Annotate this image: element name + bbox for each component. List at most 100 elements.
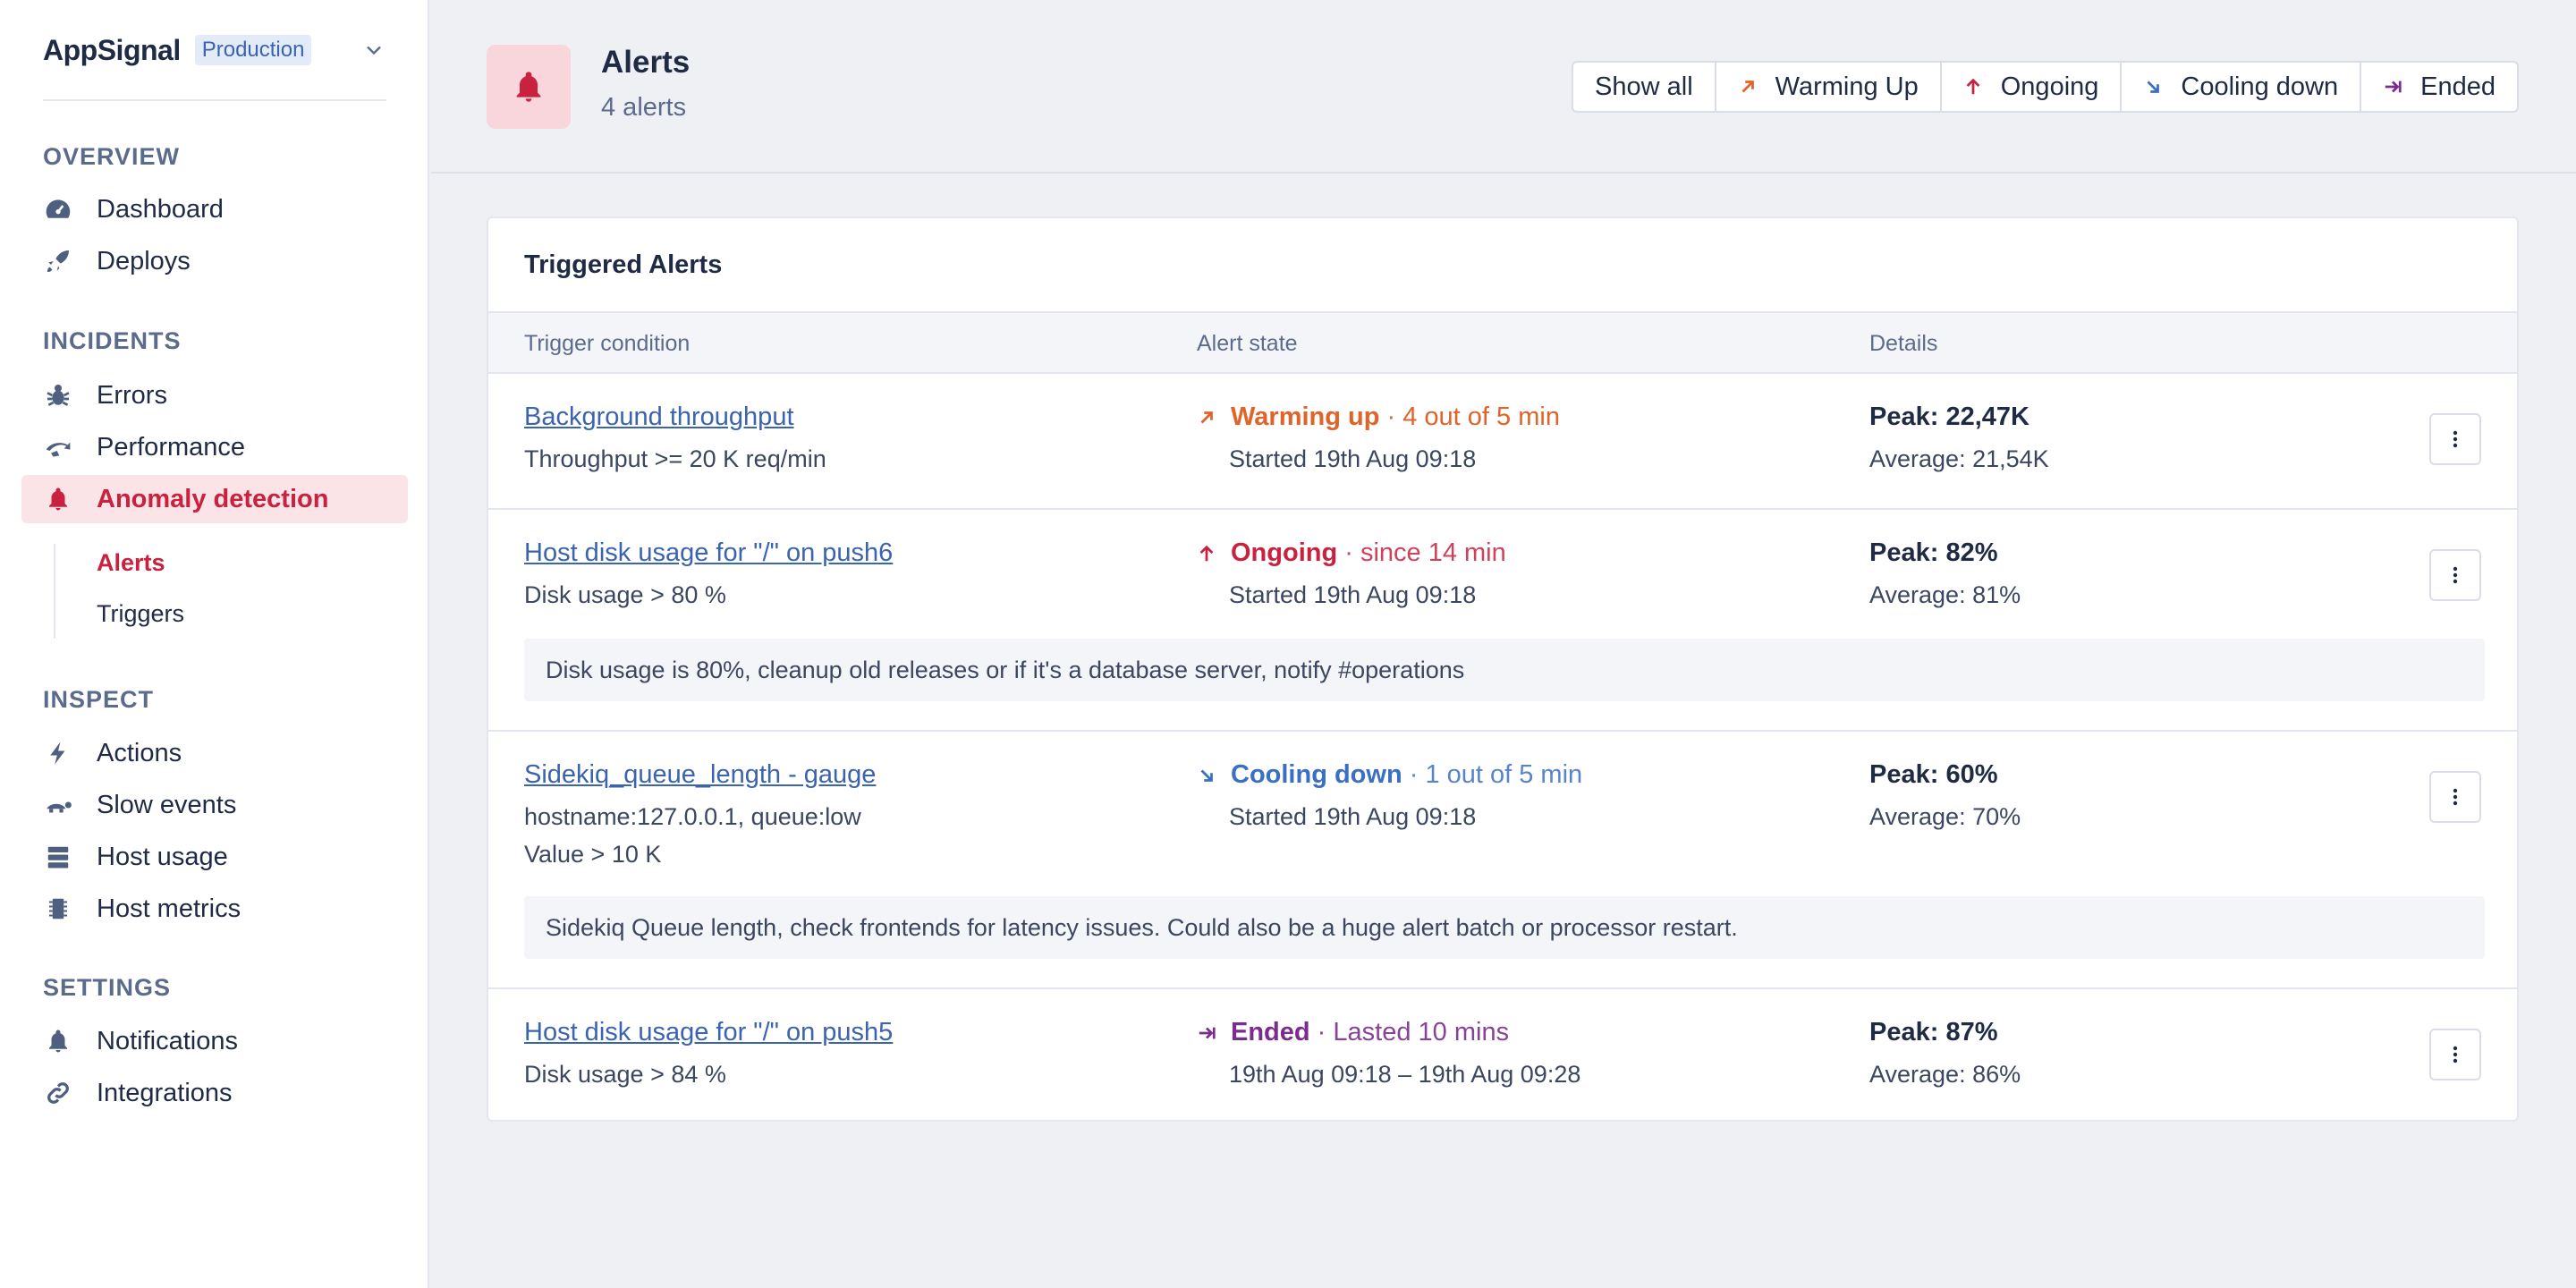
brand-row[interactable]: AppSignal Production [43, 32, 386, 68]
app-name: AppSignal [43, 33, 181, 66]
sidebar-item-anomaly-detection[interactable]: Anomaly detection [21, 475, 408, 523]
arrow-up-right-icon [1200, 411, 1213, 423]
alert-state-label: Ended [1231, 1018, 1310, 1046]
filter-label: Ended [2420, 72, 2496, 101]
alert-state-extra: · since 14 min [1337, 538, 1506, 567]
section-title-settings: SETTINGS [43, 974, 172, 1001]
alert-description: Disk usage is 80%, cleanup old releases … [524, 639, 2485, 701]
sidebar-item-performance[interactable]: Performance [21, 423, 408, 471]
peak-value: Peak: 82% [1869, 538, 1998, 567]
alert-state-extra: · 4 out of 5 min [1379, 402, 1560, 431]
turtle-icon [43, 790, 73, 820]
dashboard-icon [43, 194, 73, 225]
chip-icon [43, 894, 73, 924]
submenu-rail [54, 544, 55, 639]
sidebar-item-label: Host usage [97, 842, 228, 871]
trigger-condition-detail: Disk usage > 84 % [524, 1061, 726, 1088]
bug-icon [43, 380, 73, 411]
bolt-icon [43, 738, 73, 768]
bell-icon [43, 1026, 73, 1056]
filter-ongoing[interactable]: Ongoing [1942, 63, 2123, 111]
sidebar-item-label: Errors [97, 380, 167, 410]
sidebar-subitem-alerts[interactable]: Alerts [97, 549, 165, 577]
sidebar-item-label: Notifications [97, 1026, 238, 1055]
sidebar-item-label: Slow events [97, 790, 237, 819]
trigger-condition-link[interactable]: Host disk usage for "/" on push5 [524, 1018, 893, 1047]
sidebar-item-notifications[interactable]: Notifications [21, 1017, 408, 1065]
sidebar-subitem-triggers[interactable]: Triggers [97, 600, 184, 628]
alert-state: Ongoing · since 14 min [1197, 538, 1506, 568]
sidebar-item-deploys[interactable]: Deploys [21, 237, 408, 285]
arrow-down-right-icon [2147, 80, 2160, 93]
filter-show-all[interactable]: Show all [1573, 63, 1716, 111]
more-vertical-icon [2453, 1046, 2458, 1063]
filter-label: Cooling down [2181, 72, 2339, 101]
trigger-condition-detail: hostname:127.0.0.1, queue:low [524, 803, 861, 830]
section-title-inspect: INSPECT [43, 686, 155, 713]
state-filter-group: Show all Warming Up Ongoing Cooling down… [1572, 61, 2519, 113]
filter-label: Show all [1595, 72, 1693, 101]
bell-icon [516, 72, 541, 102]
column-header-details: Details [1869, 331, 1938, 356]
trigger-condition-link[interactable]: Background throughput [524, 402, 794, 432]
table-row: Host disk usage for "/" on push5 Disk us… [488, 989, 2517, 1122]
sidebar: AppSignal Production OVERVIEW Dashboard … [0, 0, 429, 1288]
sidebar-item-slow-events[interactable]: Slow events [21, 781, 408, 829]
sidebar-item-label: Actions [97, 738, 182, 767]
peak-value: Peak: 60% [1869, 760, 1998, 789]
alert-description: Sidekiq Queue length, check frontends fo… [524, 896, 2485, 959]
average-value: Average: 81% [1869, 581, 2021, 608]
chevron-down-icon[interactable] [361, 38, 386, 63]
peak-value: Peak: 87% [1869, 1018, 1998, 1046]
table-row: Host disk usage for "/" on push6 Disk us… [488, 510, 2517, 732]
row-menu-button[interactable] [2429, 413, 2481, 465]
arrow-up-icon [1199, 545, 1214, 561]
column-header-trigger-condition: Trigger condition [524, 331, 691, 356]
peak-value: Peak: 22,47K [1869, 402, 2029, 431]
table-row: Background throughput Throughput >= 20 K… [488, 374, 2517, 510]
row-menu-button[interactable] [2429, 549, 2481, 601]
filter-label: Warming Up [1775, 72, 1919, 101]
sidebar-item-errors[interactable]: Errors [21, 371, 408, 419]
trigger-condition-link[interactable]: Host disk usage for "/" on push6 [524, 538, 893, 568]
alert-state-label: Warming up [1231, 402, 1380, 431]
alert-state-label: Ongoing [1231, 538, 1338, 567]
sidebar-item-integrations[interactable]: Integrations [21, 1069, 408, 1117]
sidebar-item-label: Performance [97, 432, 246, 462]
sidebar-item-label: Integrations [97, 1078, 233, 1107]
environment-badge: Production [194, 35, 312, 65]
page-title: Alerts [601, 45, 691, 80]
arrow-down-right-icon [1200, 769, 1213, 782]
sidebar-item-dashboard[interactable]: Dashboard [21, 185, 408, 233]
alerts-icon-box [487, 45, 571, 129]
row-menu-button[interactable] [2429, 771, 2481, 823]
alert-started: Started 19th Aug 09:18 [1229, 581, 1477, 608]
average-value: Average: 21,54K [1869, 445, 2049, 472]
alert-state-extra: · Lasted 10 mins [1309, 1018, 1510, 1046]
performance-icon [43, 432, 73, 462]
filter-warming-up[interactable]: Warming Up [1716, 63, 1942, 111]
link-icon [43, 1078, 73, 1108]
filter-cooling-down[interactable]: Cooling down [2122, 63, 2362, 111]
alert-state-label: Cooling down [1231, 760, 1402, 789]
sidebar-item-actions[interactable]: Actions [21, 729, 408, 777]
trigger-condition-link[interactable]: Sidekiq_queue_length - gauge [524, 760, 876, 790]
row-menu-button[interactable] [2429, 1029, 2481, 1080]
arrow-to-line-icon [1199, 1027, 1216, 1038]
alert-state-extra: · 1 out of 5 min [1402, 760, 1583, 789]
filter-ended[interactable]: Ended [2361, 63, 2517, 111]
sidebar-item-host-metrics[interactable]: Host metrics [21, 885, 408, 933]
sidebar-item-label: Anomaly detection [97, 484, 329, 513]
alert-state: Warming up · 4 out of 5 min [1197, 402, 1560, 432]
average-value: Average: 70% [1869, 803, 2021, 830]
column-header-alert-state: Alert state [1197, 331, 1298, 356]
arrow-up-icon [1966, 78, 1980, 95]
average-value: Average: 86% [1869, 1061, 2021, 1088]
card-title: Triggered Alerts [524, 250, 723, 279]
sidebar-item-host-usage[interactable]: Host usage [21, 833, 408, 881]
alert-started: Started 19th Aug 09:18 [1229, 803, 1477, 830]
more-vertical-icon [2453, 788, 2458, 806]
divider [43, 99, 386, 101]
sidebar-item-label: Host metrics [97, 894, 242, 923]
alert-duration: 19th Aug 09:18 – 19th Aug 09:28 [1229, 1061, 1581, 1088]
